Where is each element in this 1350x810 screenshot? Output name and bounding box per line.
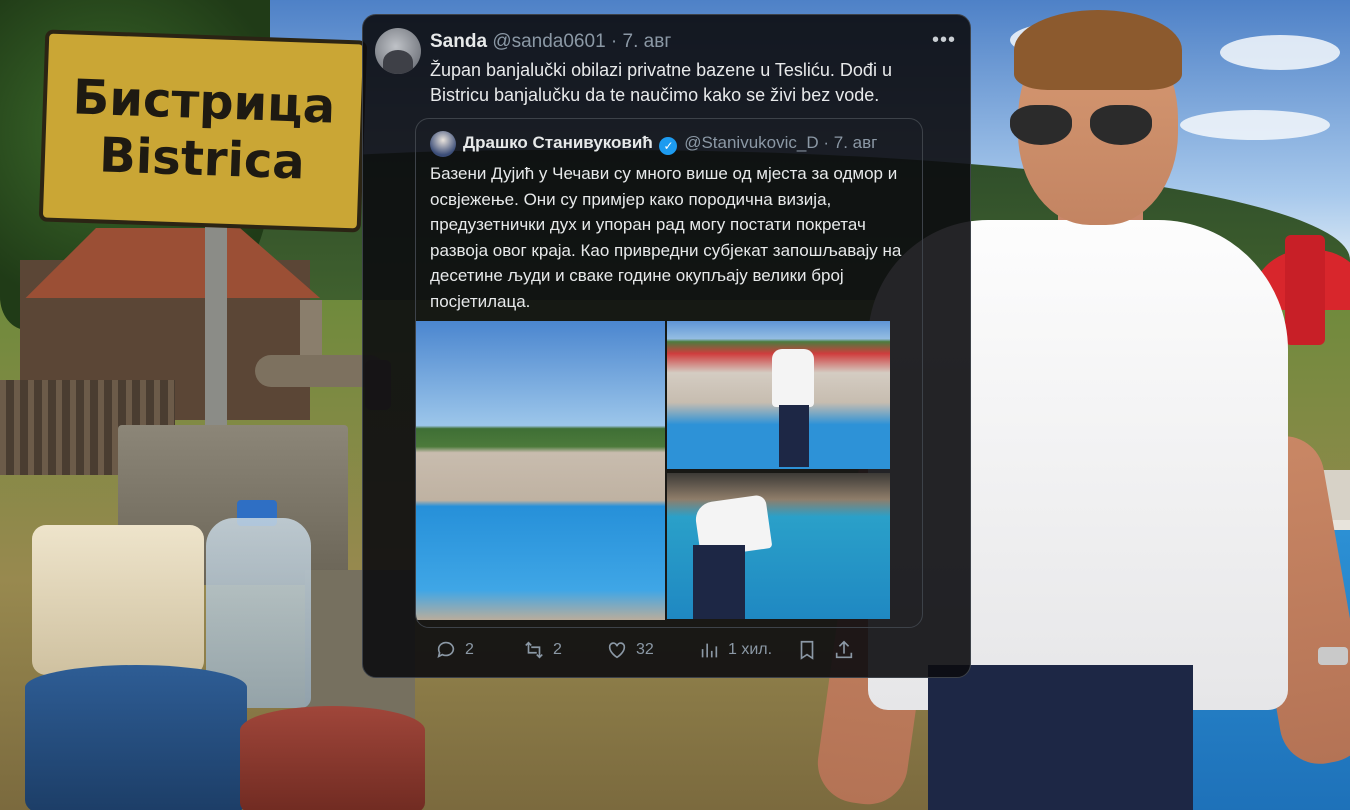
like-count: 32 — [636, 641, 654, 658]
quote-date[interactable]: 7. авг — [834, 133, 878, 152]
author-handle[interactable]: @sanda0601 — [492, 31, 605, 52]
village-sign: Бистрица Bistrica — [38, 29, 368, 233]
views-icon — [701, 643, 718, 658]
separator: · — [610, 31, 618, 52]
share-icon — [835, 640, 853, 659]
bookmark-button[interactable] — [796, 639, 818, 661]
quote-author-name[interactable]: Драшко Станивуковић — [463, 133, 653, 152]
tweet-card[interactable]: Sanda @sanda0601 · 7. авг ••• Župan banj… — [362, 14, 971, 678]
tweet-header: Sanda @sanda0601 · 7. авг — [430, 31, 671, 53]
author-name[interactable]: Sanda — [430, 31, 487, 52]
tweet-text: Župan banjalučki obilazi privatne bazene… — [430, 60, 892, 105]
quote-text: Базени Дујић у Чечави су много више од м… — [430, 164, 902, 311]
sign-cyrillic: Бистрица — [71, 69, 337, 135]
separator: · — [823, 133, 830, 152]
blue-bucket — [25, 665, 247, 810]
sign-post — [205, 215, 227, 430]
share-button[interactable] — [833, 639, 855, 661]
repost-button[interactable]: 2 — [523, 639, 562, 661]
quote-author-handle[interactable]: @Stanivukovic_D — [684, 133, 818, 152]
repost-count: 2 — [553, 641, 562, 658]
action-bar: 2 2 32 1 хил. — [363, 633, 972, 669]
quote-avatar[interactable] — [430, 131, 456, 157]
wristwatch — [1318, 647, 1348, 665]
heart-icon — [608, 642, 626, 659]
media-photo-man-standing[interactable] — [667, 321, 890, 469]
sunglasses — [1010, 105, 1160, 147]
water-canister — [32, 525, 204, 675]
more-icon[interactable]: ••• — [932, 29, 956, 52]
like-button[interactable]: 32 — [606, 639, 654, 661]
reply-button[interactable]: 2 — [435, 639, 474, 661]
views-button[interactable]: 1 хил. — [698, 639, 772, 661]
views-count: 1 хил. — [728, 641, 773, 658]
verified-badge-icon: ✓ — [659, 137, 678, 155]
tweet-date[interactable]: 7. авг — [623, 31, 672, 52]
reply-icon — [437, 641, 455, 658]
sign-latin: Bistrica — [98, 127, 306, 191]
reply-count: 2 — [465, 641, 474, 658]
bookmark-icon — [800, 640, 814, 660]
red-bucket — [240, 706, 425, 810]
media-grid — [416, 321, 922, 627]
avatar[interactable] — [375, 28, 421, 74]
repost-icon — [525, 641, 543, 659]
quote-header: Драшко Станивуковић ✓ @Stanivukovic_D · … — [463, 133, 877, 155]
media-photo-man-bending[interactable] — [667, 473, 890, 619]
media-photo-pool[interactable] — [416, 321, 665, 620]
quoted-tweet[interactable]: Драшко Станивуковић ✓ @Stanivukovic_D · … — [415, 118, 923, 628]
